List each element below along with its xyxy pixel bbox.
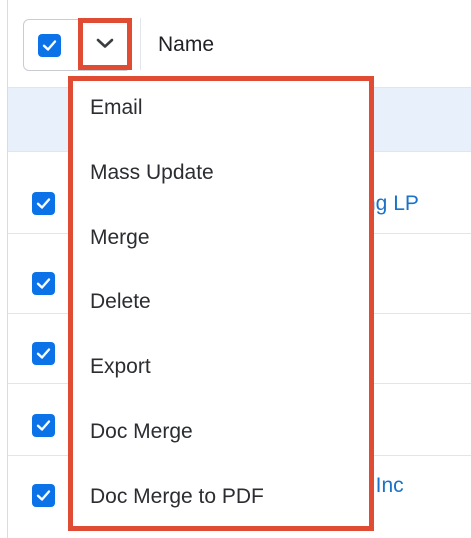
checkmark-icon [36, 490, 51, 501]
checkmark-icon [36, 278, 51, 289]
menu-item-export[interactable]: Export [90, 355, 151, 379]
mass-actions-menu: Email Mass Update Merge Delete Export Do… [68, 76, 374, 531]
menu-item-delete[interactable]: Delete [90, 290, 151, 314]
row-checkbox[interactable] [32, 414, 55, 437]
row-checkbox[interactable] [32, 342, 55, 365]
menu-item-email[interactable]: Email [90, 96, 143, 120]
menu-item-mass-update[interactable]: Mass Update [90, 161, 214, 185]
select-all-checkbox[interactable] [38, 34, 61, 57]
menu-item-doc-merge-to-pdf[interactable]: Doc Merge to PDF [90, 485, 264, 509]
header-column-separator [140, 18, 141, 70]
checkmark-icon [42, 40, 57, 51]
row-checkbox[interactable] [32, 192, 55, 215]
checkmark-icon [36, 348, 51, 359]
name-column-header[interactable]: Name [158, 33, 214, 57]
menu-item-merge[interactable]: Merge [90, 226, 150, 250]
row-checkbox[interactable] [32, 484, 55, 507]
mass-actions-dropdown-toggle[interactable] [78, 18, 132, 70]
record-list: Name ng LP t Inc Email Mass Update Merge… [0, 0, 471, 538]
checkmark-icon [36, 198, 51, 209]
checkmark-icon [36, 420, 51, 431]
chevron-down-icon [96, 38, 114, 48]
row-checkbox[interactable] [32, 272, 55, 295]
menu-item-doc-merge[interactable]: Doc Merge [90, 420, 193, 444]
